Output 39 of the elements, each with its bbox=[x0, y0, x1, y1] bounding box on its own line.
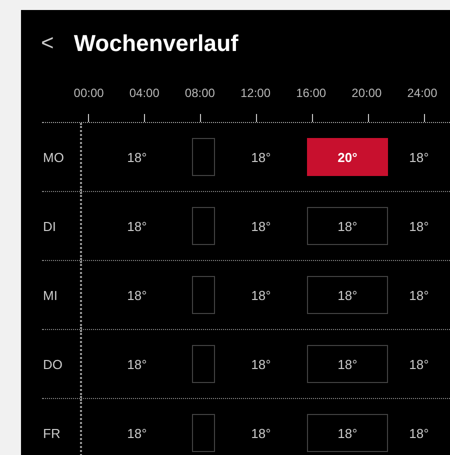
hour-label: 04:00 bbox=[128, 86, 160, 100]
page-title: Wochenverlauf bbox=[74, 30, 238, 56]
temperature-label: 18° bbox=[250, 356, 272, 372]
time-slot[interactable] bbox=[192, 138, 215, 176]
time-slot[interactable] bbox=[192, 276, 215, 314]
temperature-label: 18° bbox=[250, 288, 272, 302]
back-button[interactable]: < bbox=[41, 30, 54, 56]
hour-label: 24:00 bbox=[406, 86, 438, 100]
temperature-label: 18° bbox=[126, 218, 148, 234]
time-slot[interactable] bbox=[192, 414, 215, 452]
hour-label: 00:00 bbox=[72, 86, 105, 100]
temperature-label: 18° bbox=[126, 356, 148, 372]
hour-label: 08:00 bbox=[184, 86, 216, 100]
day-label: DO bbox=[42, 356, 64, 372]
time-slot[interactable]: 20° bbox=[307, 138, 388, 176]
temperature-label: 18° bbox=[126, 288, 148, 302]
time-slot[interactable] bbox=[192, 345, 215, 383]
temperature-label: 18° bbox=[250, 150, 272, 164]
time-slot[interactable]: 18° bbox=[307, 276, 388, 314]
temperature-label: 18° bbox=[408, 288, 430, 302]
day-label: FR bbox=[42, 426, 62, 440]
temperature-label: 18° bbox=[250, 426, 272, 440]
hour-label: 16:00 bbox=[295, 86, 328, 100]
hour-label: 12:00 bbox=[240, 86, 272, 100]
hour-label: 20:00 bbox=[350, 86, 383, 100]
time-slot[interactable]: 18° bbox=[307, 207, 388, 245]
temperature-label: 18° bbox=[408, 218, 430, 234]
day-label: DI bbox=[42, 218, 57, 234]
temperature-label: 18° bbox=[408, 150, 430, 164]
day-label: MO bbox=[42, 150, 65, 164]
temperature-label: 18° bbox=[408, 356, 430, 372]
time-slot[interactable] bbox=[192, 207, 215, 245]
temperature-label: 18° bbox=[408, 426, 430, 440]
time-slot[interactable]: 18° bbox=[307, 414, 388, 452]
time-slot[interactable]: 18° bbox=[307, 345, 388, 383]
temperature-label: 18° bbox=[126, 150, 148, 164]
temperature-label: 18° bbox=[126, 426, 148, 440]
day-label: MI bbox=[42, 288, 58, 302]
temperature-label: 18° bbox=[250, 218, 272, 234]
